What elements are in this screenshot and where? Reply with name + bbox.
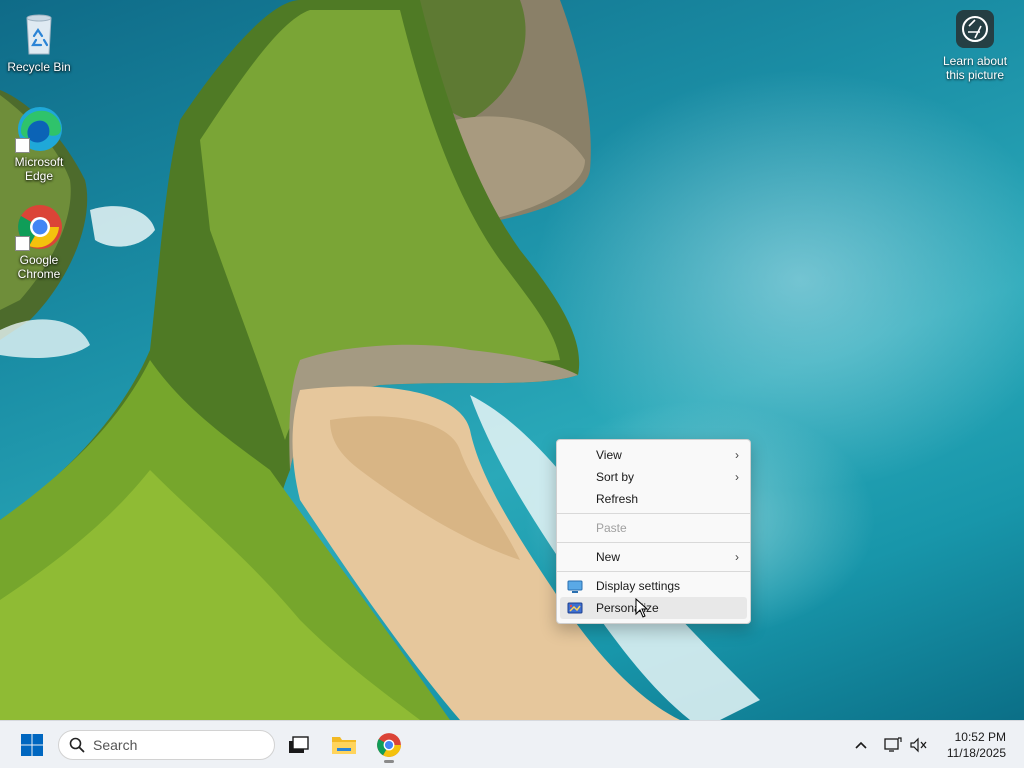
desktop[interactable]: Recycle Bin Microsoft Edge Google Chrome [0,0,1024,720]
menu-item-label: View [596,448,622,462]
display-settings-icon [567,579,583,593]
desktop-icon-label: Recycle Bin [7,60,71,74]
desktop-icon-recycle-bin[interactable]: Recycle Bin [1,10,77,74]
task-view-button[interactable] [281,727,317,763]
menu-item-label: New [596,550,621,564]
network-tray-button[interactable] [883,735,903,755]
menu-item-display-settings[interactable]: Display settings [560,575,747,597]
personalize-icon [567,601,583,615]
menu-item-new[interactable]: New › [560,546,747,568]
desktop-icon-microsoft-edge[interactable]: Microsoft Edge [1,105,77,183]
search-placeholder: Search [93,737,138,753]
taskbar-clock[interactable]: 10:52 PM 11/18/2025 [947,729,1006,761]
show-hidden-icons-button[interactable] [851,735,871,755]
file-explorer-button[interactable] [326,727,362,763]
camera-icon [956,10,994,48]
menu-item-sort-by[interactable]: Sort by › [560,466,747,488]
desktop-icon-google-chrome[interactable]: Google Chrome [1,203,77,281]
menu-item-paste: Paste [560,517,747,539]
chevron-up-icon [855,741,867,749]
chevron-right-icon: › [735,550,739,564]
chrome-icon [377,733,401,757]
desktop-context-menu: View › Sort by › Refresh Paste New › Dis… [556,439,751,624]
desktop-icon-label: Google Chrome [17,253,61,281]
menu-item-label: Sort by [596,470,635,484]
clock-date: 11/18/2025 [946,746,1006,760]
menu-item-label: Refresh [596,492,639,506]
menu-item-label: Display settings [596,579,681,593]
clock-time: 10:52 PM [954,730,1006,744]
volume-tray-button[interactable] [909,735,929,755]
menu-item-refresh[interactable]: Refresh [560,488,747,510]
edge-icon [15,105,63,153]
folder-icon [332,737,356,754]
menu-separator [557,513,750,514]
start-button[interactable] [14,727,50,763]
learn-about-this-picture[interactable]: Learn about this picture [936,10,1014,82]
chevron-right-icon: › [735,448,739,462]
wallpaper-image [0,0,760,720]
menu-separator [557,571,750,572]
desktop-icon-label: Microsoft Edge [14,155,64,183]
menu-item-label: Personalize [596,601,659,615]
chrome-icon [15,203,63,251]
recycle-bin-icon [15,10,63,58]
chrome-taskbar-button[interactable] [371,727,407,763]
shortcut-arrow-icon [15,236,30,251]
network-icon [884,737,902,752]
taskbar: Search 10:52 PM 11/18/2025 [0,720,1024,768]
search-icon [69,737,85,753]
menu-item-view[interactable]: View › [560,444,747,466]
learn-about-this-picture-label: Learn about this picture [942,54,1008,82]
windows-logo-icon [21,734,43,756]
task-view-icon [289,736,309,753]
taskbar-search-box[interactable]: Search [58,730,275,760]
mouse-cursor-icon [635,598,649,618]
running-indicator [384,760,394,763]
menu-separator [557,542,750,543]
volume-muted-icon [910,737,927,753]
chevron-right-icon: › [735,470,739,484]
menu-item-label: Paste [596,521,627,535]
menu-item-personalize[interactable]: Personalize [560,597,747,619]
shortcut-arrow-icon [15,138,30,153]
